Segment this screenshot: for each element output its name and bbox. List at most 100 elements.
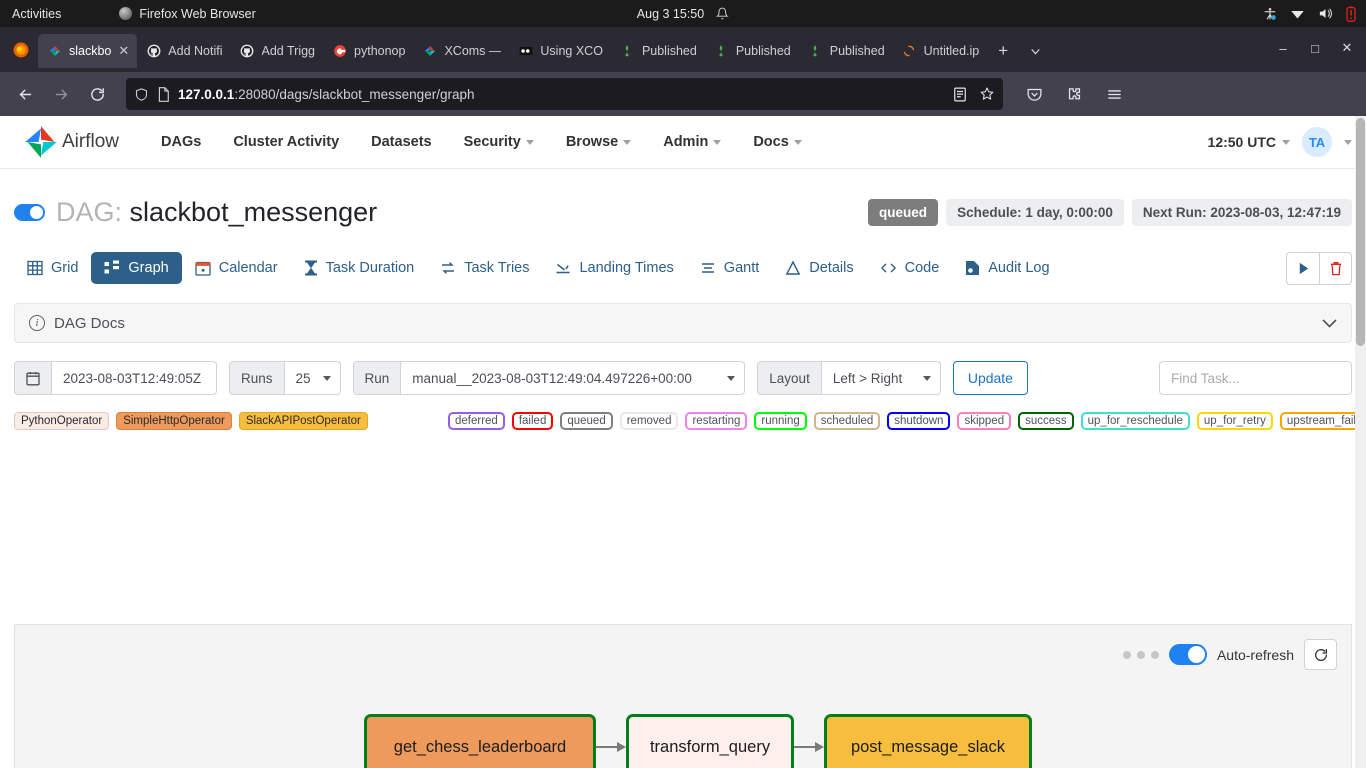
forward-icon[interactable] [44,78,78,110]
tab-details[interactable]: Details [772,252,866,284]
dag-docs-accordion[interactable]: i DAG Docs [14,303,1352,343]
airflow-nav-menu: DAGs Cluster Activity Datasets Security … [145,126,818,158]
graph-node-transform-query[interactable]: transform_query [626,714,794,768]
browser-tab-0[interactable]: slackbo ✕ [38,34,138,68]
reload-icon[interactable] [80,78,114,110]
activities-button[interactable]: Activities [0,7,75,21]
state-legend-restarting[interactable]: restarting [685,412,748,430]
browser-tab-1[interactable]: Add Notifi [137,34,230,68]
state-legend-shutdown[interactable]: shutdown [887,412,951,430]
page-scrollbar-thumb[interactable] [1356,118,1365,346]
state-legend-removed[interactable]: removed [619,412,679,430]
browser-tab-label: Add Trigg [261,44,316,58]
tab-calendar[interactable]: Calendar [182,252,291,284]
nav-item-docs[interactable]: Docs [737,126,817,158]
browser-tab-5[interactable]: Using XCO [509,34,611,68]
dag-pause-toggle[interactable] [14,203,45,221]
browser-tab-8[interactable]: Published [799,34,893,68]
close-icon[interactable]: ✕ [118,43,129,59]
state-legend-scheduled[interactable]: scheduled [813,412,881,430]
timezone-selector[interactable]: 12:50 UTC [1208,134,1290,150]
tab-audit-log[interactable]: Audit Log [952,252,1062,284]
volume-icon[interactable] [1318,7,1333,20]
tab-gantt[interactable]: Gantt [687,252,772,284]
accessibility-icon[interactable] [1263,7,1277,21]
tab-task-duration[interactable]: Task Duration [291,252,428,284]
new-tab-button[interactable]: + [987,34,1019,68]
runs-select[interactable]: 25 [284,361,341,395]
nav-item-dags[interactable]: DAGs [145,126,217,158]
nav-item-admin[interactable]: Admin [647,126,737,158]
os-clock[interactable]: Aug 3 15:50 [637,7,730,21]
nav-item-datasets[interactable]: Datasets [355,126,447,158]
calendar-icon[interactable] [14,361,52,395]
airflow-brand-label: Airflow [62,131,120,152]
tab-task-tries[interactable]: Task Tries [427,252,542,284]
page-icon[interactable] [157,86,170,102]
state-legend-running[interactable]: running [754,412,807,430]
browser-nav-bar: 127.0.0.1:28080/dags/slackbot_messenger/… [0,72,1366,116]
browser-tab-6[interactable]: Published [611,34,705,68]
tab-landing-times[interactable]: Landing Times [542,252,686,284]
list-all-tabs-icon[interactable] [1019,34,1051,68]
layout-select[interactable]: Left > Right [821,361,941,395]
pocket-icon[interactable] [1017,78,1051,110]
browser-tab-7[interactable]: Published [705,34,799,68]
reader-icon[interactable] [953,87,967,102]
airflow-logo[interactable]: Airflow [22,123,119,161]
tab-label: Gantt [723,260,760,276]
calendar-icon [195,260,211,276]
tab-graph[interactable]: Graph [91,252,182,284]
info-circle-icon: i [29,315,45,331]
extensions-icon[interactable] [1057,78,1091,110]
chevron-down-icon[interactable] [1344,139,1352,145]
minimize-button[interactable]: – [1268,33,1298,63]
nav-item-browse[interactable]: Browse [550,126,647,158]
find-task-input[interactable]: Find Task... [1158,361,1352,395]
run-select[interactable]: manual__2023-08-03T12:49:04.497226+00:00 [401,361,746,395]
maximize-button[interactable]: □ [1300,33,1330,63]
graph-node-get-chess-leaderboard[interactable]: get_chess_leaderboard [364,714,596,768]
wifi-icon[interactable] [1290,7,1305,20]
browser-tab-9[interactable]: Untitled.ip [893,34,988,68]
state-legend-up-for-reschedule[interactable]: up_for_reschedule [1080,412,1190,430]
state-legend-up-for-retry[interactable]: up_for_retry [1196,412,1273,430]
state-legend-upstream-failed[interactable]: upstream_failed [1279,412,1366,430]
browser-tab-label: Using XCO [540,44,603,58]
close-window-button[interactable]: ✕ [1332,33,1362,63]
battery-icon[interactable] [1346,5,1356,22]
nav-item-security[interactable]: Security [448,126,550,158]
browser-tab-2[interactable]: Add Trigg [231,34,324,68]
bookmark-star-icon[interactable] [979,86,995,102]
chevron-down-icon[interactable] [1322,316,1337,331]
auto-refresh-toggle[interactable] [1168,644,1207,665]
update-button[interactable]: Update [952,361,1028,395]
trigger-dag-button[interactable] [1286,251,1319,285]
state-legend-skipped[interactable]: skipped [957,412,1012,430]
back-icon[interactable] [8,78,42,110]
os-system-tray[interactable] [1263,0,1356,27]
tab-label: Task Tries [464,260,530,276]
execution-date-input[interactable]: 2023-08-03T12:49:05Z [52,361,217,395]
active-app-indicator[interactable]: Firefox Web Browser [119,7,256,21]
delete-dag-button[interactable] [1319,251,1352,285]
dag-graph-canvas[interactable]: Auto-refresh get_chess_leaderboard trans… [14,624,1352,768]
shield-icon[interactable] [134,87,149,102]
avatar[interactable]: TA [1302,127,1332,157]
tab-code[interactable]: Code [867,252,953,284]
tab-grid[interactable]: Grid [14,252,91,284]
refresh-button[interactable] [1304,639,1337,670]
nav-item-cluster-activity[interactable]: Cluster Activity [217,126,355,158]
state-legend-deferred[interactable]: deferred [448,412,505,430]
browser-tab-3[interactable]: pythonop [323,34,413,68]
state-legend-failed[interactable]: failed [511,412,554,430]
url-bar[interactable]: 127.0.0.1:28080/dags/slackbot_messenger/… [126,78,1003,110]
state-legend-success[interactable]: success [1018,412,1074,430]
browser-tab-4[interactable]: XComs — [413,34,509,68]
layout-label: Layout [757,361,822,395]
hamburger-menu-icon[interactable] [1097,78,1131,110]
state-legend-queued[interactable]: queued [560,412,613,430]
graph-node-post-message-slack[interactable]: post_message_slack [824,714,1032,768]
bell-icon[interactable] [716,7,730,20]
page-scrollbar[interactable] [1355,116,1366,768]
